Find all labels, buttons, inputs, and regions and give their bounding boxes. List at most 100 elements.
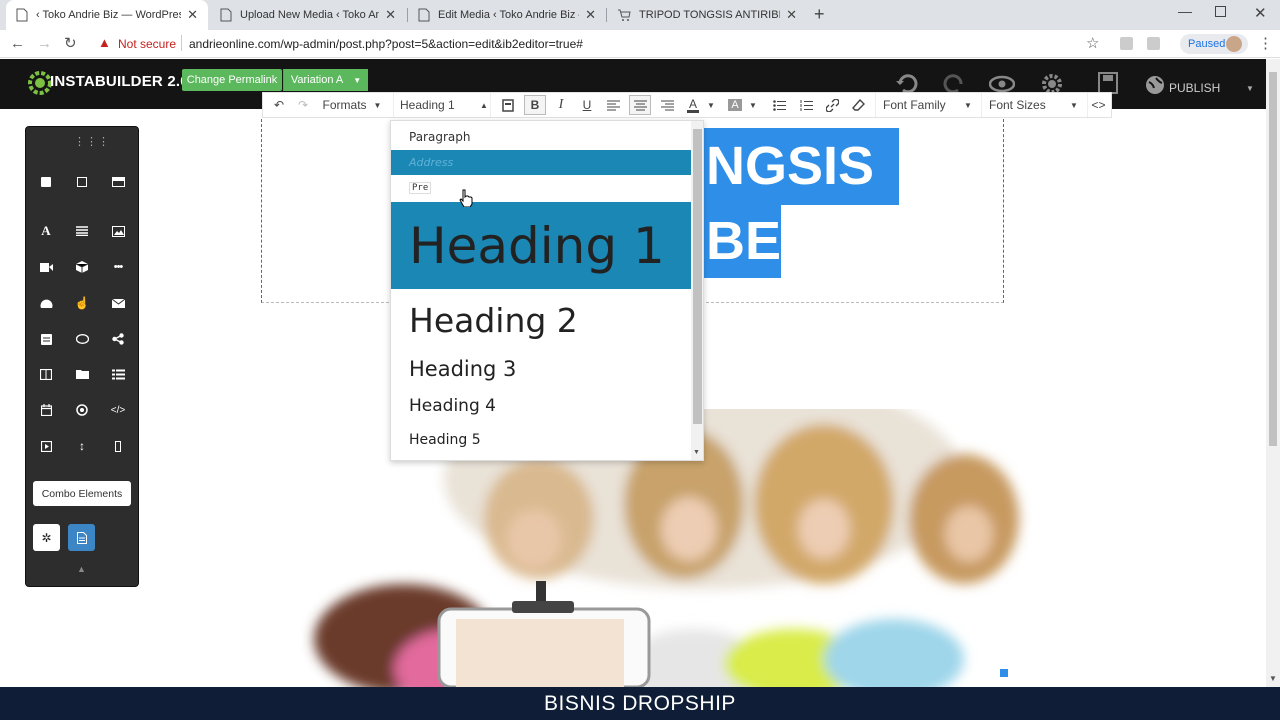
section-element-icon[interactable] bbox=[72, 172, 92, 192]
list-element-icon[interactable] bbox=[108, 364, 128, 384]
formats-dropdown[interactable]: Formats ▼ bbox=[319, 93, 385, 117]
bullet-list-icon[interactable] bbox=[769, 93, 789, 117]
save-disk-icon[interactable] bbox=[1098, 72, 1118, 94]
avatar bbox=[1226, 36, 1242, 52]
undo-icon[interactable]: ↶ bbox=[269, 93, 289, 117]
paragraph-element-icon[interactable] bbox=[72, 221, 92, 241]
publish-button[interactable]: PUBLISH bbox=[1169, 81, 1220, 95]
mobile-element-icon[interactable] bbox=[108, 436, 128, 456]
align-left-icon[interactable] bbox=[603, 93, 623, 117]
source-code-icon[interactable]: <> bbox=[1087, 93, 1109, 117]
align-center-icon[interactable] bbox=[629, 95, 651, 115]
text-color-icon[interactable]: A bbox=[683, 93, 703, 117]
browser-tab-upload-media[interactable]: Upload New Media ‹ Toko Andrie ✕ bbox=[210, 0, 406, 30]
close-tab-icon[interactable]: ✕ bbox=[585, 7, 596, 23]
caret-down-icon: ▼ bbox=[373, 100, 382, 110]
reload-icon[interactable]: ↻ bbox=[64, 34, 77, 52]
font-sizes-dropdown[interactable]: Font Sizes ▼ bbox=[981, 93, 1081, 117]
scroll-down-icon[interactable]: ▼ bbox=[693, 449, 700, 456]
close-tab-icon[interactable]: ✕ bbox=[786, 7, 797, 23]
form-element-icon[interactable] bbox=[36, 329, 56, 349]
calendar-element-icon[interactable] bbox=[36, 400, 56, 420]
extension-icon[interactable] bbox=[1120, 37, 1133, 50]
gear-logo-icon bbox=[28, 71, 52, 95]
email-element-icon[interactable] bbox=[108, 293, 128, 313]
3d-box-element-icon[interactable] bbox=[72, 257, 92, 277]
block-format-dropdown[interactable]: Heading 1 ▲ bbox=[393, 93, 491, 117]
clipboard-icon[interactable] bbox=[498, 93, 518, 117]
page-scrollbar[interactable]: ▼ bbox=[1266, 59, 1280, 687]
settings-gear-icon[interactable]: ✲ bbox=[33, 524, 60, 551]
preview-eye-icon[interactable] bbox=[989, 75, 1015, 93]
text-element-icon[interactable]: A bbox=[36, 221, 56, 241]
new-tab-icon[interactable]: + bbox=[814, 4, 825, 25]
target-element-icon[interactable] bbox=[72, 400, 92, 420]
drag-handle-icon[interactable]: ⋮⋮⋮ bbox=[74, 135, 110, 148]
background-color-icon[interactable]: A bbox=[725, 93, 745, 117]
close-window-icon[interactable]: ✕ bbox=[1254, 4, 1267, 22]
share-element-icon[interactable] bbox=[108, 329, 128, 349]
format-option-pre[interactable]: Pre bbox=[391, 176, 691, 200]
format-option-heading-1[interactable]: Heading 1 bbox=[391, 202, 691, 289]
format-option-address[interactable]: Address bbox=[391, 150, 691, 175]
align-right-icon[interactable] bbox=[657, 93, 677, 117]
omnibox[interactable]: ▲ Not secure andrieonline.com/wp-admin/p… bbox=[92, 34, 1112, 54]
profile-button[interactable]: Paused bbox=[1180, 34, 1248, 54]
dashboard-element-icon[interactable] bbox=[36, 293, 56, 313]
video-element-icon[interactable] bbox=[36, 257, 56, 277]
scrollbar-thumb[interactable] bbox=[1269, 72, 1277, 446]
headline-line-1[interactable]: NGSIS bbox=[704, 128, 899, 205]
slideshow-element-icon[interactable] bbox=[36, 436, 56, 456]
scroll-down-icon[interactable]: ▼ bbox=[1269, 674, 1277, 683]
format-option-heading-4[interactable]: Heading 4 bbox=[391, 391, 691, 421]
redo-icon[interactable]: ↷ bbox=[293, 93, 313, 117]
close-tab-icon[interactable]: ✕ bbox=[187, 7, 198, 23]
forward-icon[interactable]: → bbox=[37, 35, 52, 52]
publish-options-caret-icon[interactable]: ▼ bbox=[1246, 84, 1254, 93]
format-option-heading-2[interactable]: Heading 2 bbox=[391, 291, 691, 349]
page-settings-icon[interactable] bbox=[68, 524, 95, 551]
format-option-heading-3[interactable]: Heading 3 bbox=[391, 351, 691, 386]
collapse-panel-icon[interactable]: ▲ bbox=[77, 564, 86, 574]
headline-line-2[interactable]: BET bbox=[704, 205, 814, 278]
bold-icon[interactable]: B bbox=[524, 95, 546, 115]
page-icon bbox=[16, 8, 28, 22]
hand-pointer-element-icon[interactable]: ☝ bbox=[72, 293, 92, 313]
format-option-paragraph[interactable]: Paragraph bbox=[391, 124, 691, 150]
bookmark-star-icon[interactable]: ☆ bbox=[1086, 34, 1099, 52]
font-family-dropdown[interactable]: Font Family ▼ bbox=[875, 93, 975, 117]
comment-element-icon[interactable] bbox=[72, 329, 92, 349]
code-element-icon[interactable]: </> bbox=[108, 400, 128, 420]
browser-tab-tripod[interactable]: TRIPOD TONGSIS ANTIRIBET - To ✕ bbox=[607, 0, 807, 30]
folder-element-icon[interactable] bbox=[72, 364, 92, 384]
menu-scrollbar[interactable]: ▼ bbox=[691, 121, 703, 460]
menu-kebab-icon[interactable]: ⋮ bbox=[1258, 34, 1273, 52]
eraser-icon[interactable] bbox=[848, 93, 868, 117]
minimize-icon[interactable]: — bbox=[1178, 3, 1192, 19]
close-tab-icon[interactable]: ✕ bbox=[385, 7, 396, 23]
caret-down-icon[interactable]: ▼ bbox=[747, 93, 759, 117]
variation-dropdown[interactable]: Variation A ▼ bbox=[283, 69, 368, 91]
maximize-icon[interactable] bbox=[1215, 6, 1226, 17]
italic-icon[interactable]: I bbox=[551, 93, 571, 117]
columns-element-icon[interactable] bbox=[36, 364, 56, 384]
resize-handle[interactable] bbox=[1000, 669, 1008, 677]
change-permalink-button[interactable]: Change Permalink bbox=[182, 69, 282, 91]
browser-tab-edit-media[interactable]: Edit Media ‹ Toko Andrie Biz — W ✕ bbox=[408, 0, 606, 30]
combo-elements-button[interactable]: Combo Elements bbox=[33, 481, 131, 506]
back-icon[interactable]: ← bbox=[10, 35, 25, 52]
underline-icon[interactable]: U bbox=[577, 93, 597, 117]
divider-element-icon[interactable]: ••• bbox=[108, 257, 128, 277]
wide-section-element-icon[interactable] bbox=[108, 172, 128, 192]
caret-down-icon[interactable]: ▼ bbox=[705, 93, 717, 117]
box-element-icon[interactable] bbox=[36, 172, 56, 192]
menu-scrollbar-thumb[interactable] bbox=[693, 129, 702, 424]
link-icon[interactable] bbox=[822, 93, 842, 117]
spacer-element-icon[interactable]: ↕ bbox=[72, 436, 92, 456]
numbered-list-icon[interactable] bbox=[796, 93, 816, 117]
browser-tab-wordpress[interactable]: ‹ Toko Andrie Biz — WordPress ✕ bbox=[6, 0, 208, 30]
editor-toolbar: ↶ ↷ Formats ▼ Heading 1 ▲ B I U A ▼ A ▼ Fo… bbox=[262, 92, 1112, 118]
format-option-heading-5[interactable]: Heading 5 bbox=[391, 426, 691, 454]
image-element-icon[interactable] bbox=[108, 221, 128, 241]
extension-icon[interactable] bbox=[1147, 37, 1160, 50]
